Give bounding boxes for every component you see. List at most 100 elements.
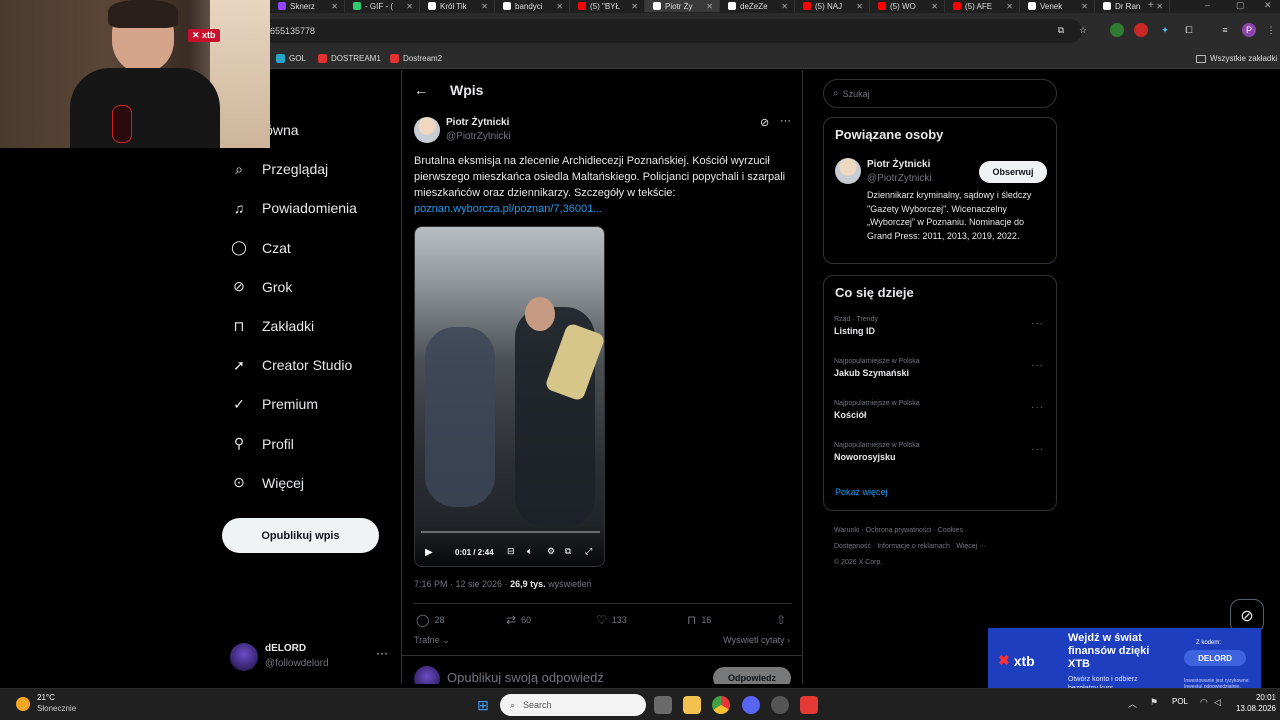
reply-input[interactable]: Opublikuj swoją odpowiedź bbox=[447, 670, 604, 684]
clock-time[interactable]: 20:01 bbox=[1236, 693, 1276, 702]
network-icon[interactable]: ⚑ bbox=[1150, 697, 1158, 708]
browser-tab[interactable]: (5) NAJ ✕ bbox=[795, 0, 870, 12]
extension-icon[interactable] bbox=[1134, 23, 1148, 37]
close-window-icon[interactable]: ✕ bbox=[1264, 0, 1272, 11]
trend-item[interactable]: Najpopularniejsze w Polska Noworosyjsku ··… bbox=[834, 442, 1048, 462]
discord-icon[interactable] bbox=[742, 696, 760, 714]
author-name[interactable]: Piotr Żytnicki bbox=[446, 117, 509, 128]
author-avatar[interactable] bbox=[414, 117, 440, 143]
fullscreen-icon[interactable]: ⤢ bbox=[585, 546, 592, 557]
close-tab-icon[interactable]: ✕ bbox=[1006, 2, 1013, 11]
extensions-puzzle-icon[interactable]: ⧠ bbox=[1182, 23, 1196, 37]
footer-link[interactable]: Więcej ··· bbox=[956, 543, 986, 550]
close-tab-icon[interactable]: ✕ bbox=[406, 2, 413, 11]
weather-label[interactable]: Słonecznie bbox=[37, 704, 76, 713]
chevron-up-icon[interactable]: ︿ bbox=[1128, 697, 1137, 710]
nav-item[interactable]: ♫ Powiadomienia bbox=[230, 199, 357, 217]
nav-item[interactable]: ⊓ Zakładki bbox=[230, 317, 315, 335]
nav-item[interactable]: ✓ Premium bbox=[230, 395, 318, 413]
footer-link[interactable]: Dostępność bbox=[834, 543, 871, 550]
bookmark-item[interactable]: DOSTREAM1 bbox=[318, 54, 381, 63]
footer-link[interactable]: Warunki bbox=[834, 527, 859, 534]
video-progress-track[interactable] bbox=[421, 531, 600, 533]
browser-tab[interactable]: Piotr Ży ✕ bbox=[645, 0, 720, 12]
weather-temp[interactable]: 21°C bbox=[37, 693, 55, 702]
nav-item[interactable]: ➚ Creator Studio bbox=[230, 356, 352, 374]
close-tab-icon[interactable]: ✕ bbox=[331, 2, 338, 11]
minimize-icon[interactable]: – bbox=[1205, 0, 1210, 10]
close-tab-icon[interactable]: ✕ bbox=[781, 2, 788, 11]
settings-icon[interactable]: ⚙︎ bbox=[547, 546, 555, 557]
wifi-icon[interactable]: ◠ bbox=[1200, 697, 1208, 708]
captions-icon[interactable]: ⊟ bbox=[507, 546, 515, 557]
close-tab-icon[interactable]: ✕ bbox=[706, 2, 713, 11]
publish-button[interactable]: Opublikuj wpis bbox=[222, 518, 379, 553]
browser-tab[interactable]: (5) WO ✕ bbox=[870, 0, 945, 12]
windows-start-icon[interactable]: ⊞ bbox=[474, 696, 492, 714]
search-input[interactable]: ⌕ Szukaj bbox=[823, 79, 1057, 108]
view-quotes-link[interactable]: Wyświetl cytaty › bbox=[723, 635, 790, 645]
more-icon[interactable]: ··· bbox=[780, 115, 791, 127]
follow-button[interactable]: Obserwuj bbox=[979, 161, 1047, 183]
more-icon[interactable]: ··· bbox=[1031, 444, 1044, 455]
author-handle[interactable]: @PiotrZytnicki bbox=[446, 131, 511, 142]
nav-item[interactable]: ⊘ Grok bbox=[230, 278, 292, 296]
close-tab-icon[interactable]: ✕ bbox=[931, 2, 938, 11]
close-tab-icon[interactable]: ✕ bbox=[631, 2, 638, 11]
app-icon[interactable] bbox=[800, 696, 818, 714]
install-icon[interactable]: ⧉ bbox=[1054, 23, 1068, 37]
trend-item[interactable]: Najpopularniejsze w Polska Kościół ··· bbox=[834, 400, 1048, 420]
like-button[interactable]: ♡ 133 bbox=[596, 613, 627, 627]
trend-item[interactable]: Rząd · Trendy Listing ID ··· bbox=[834, 316, 1048, 336]
close-tab-icon[interactable]: ✕ bbox=[556, 2, 563, 11]
browser-tab[interactable]: Venek ✕ bbox=[1020, 0, 1095, 12]
profile-avatar-icon[interactable]: P bbox=[1242, 23, 1256, 37]
footer-link[interactable]: Informacje o reklamach bbox=[877, 543, 950, 550]
video-player[interactable]: ▶ 0:01 / 2:44 ⊟ 🔈︎ ⚙︎ ⧉ ⤢ bbox=[414, 226, 605, 567]
bookmark-button[interactable]: ⊓ 16 bbox=[687, 613, 711, 627]
browser-tab[interactable]: - GIF - (✕ bbox=[345, 0, 420, 12]
close-tab-icon[interactable]: ✕ bbox=[481, 2, 488, 11]
footer-link[interactable]: Ochrona prywatności bbox=[866, 527, 932, 534]
bookmark-item[interactable]: GOL bbox=[276, 54, 306, 63]
obs-icon[interactable] bbox=[771, 696, 789, 714]
media-icon[interactable]: ≡ bbox=[1218, 23, 1232, 37]
browser-tab[interactable]: Król Tik ✕ bbox=[420, 0, 495, 12]
more-icon[interactable]: ··· bbox=[1031, 318, 1044, 329]
nav-item[interactable]: ⌕ Przeglądaj bbox=[230, 160, 328, 178]
browser-tab[interactable]: (5) AFE ✕ bbox=[945, 0, 1020, 12]
sort-dropdown[interactable]: Trafne ⌄ bbox=[414, 635, 450, 646]
pip-icon[interactable]: ⧉ bbox=[565, 546, 571, 557]
back-arrow-icon[interactable]: ← bbox=[414, 82, 428, 98]
close-tab-icon[interactable]: ✕ bbox=[1156, 2, 1163, 11]
all-bookmarks[interactable]: Wszystkie zakładki bbox=[1196, 54, 1277, 63]
volume-icon[interactable]: ◁ bbox=[1214, 697, 1221, 708]
share-button[interactable]: ⇧ bbox=[776, 613, 786, 627]
nav-item[interactable]: ⊙ Więcej bbox=[230, 474, 304, 492]
task-view-icon[interactable] bbox=[654, 696, 672, 714]
close-tab-icon[interactable]: ✕ bbox=[1081, 2, 1088, 11]
extension-icon[interactable] bbox=[1110, 23, 1124, 37]
more-icon[interactable]: ··· bbox=[1031, 402, 1044, 413]
browser-tab[interactable]: Dr Ran ✕ bbox=[1095, 0, 1170, 12]
repost-button[interactable]: ⇄ 60 bbox=[506, 613, 531, 627]
url-field[interactable]: 655135778 bbox=[262, 19, 1082, 43]
clock-date[interactable]: 13.08.2026 bbox=[1226, 704, 1276, 713]
nav-item[interactable]: ◯ Czat bbox=[230, 239, 291, 257]
grok-icon[interactable]: ⊘ bbox=[760, 116, 769, 129]
account-switcher[interactable]: dELORD @followdelord ··· bbox=[230, 640, 390, 674]
menu-kebab-icon[interactable]: ⋮ bbox=[1264, 23, 1278, 37]
trend-item[interactable]: Najpopularniejsze w Polska Jakub Szymańsk… bbox=[834, 358, 1048, 378]
reply-submit-button[interactable]: Odpowiedz bbox=[713, 667, 791, 684]
more-icon[interactable]: ··· bbox=[1031, 360, 1044, 371]
browser-tab[interactable]: deZeZe ✕ bbox=[720, 0, 795, 12]
bookmark-item[interactable]: Dostream2 bbox=[390, 54, 442, 63]
show-more-link[interactable]: Pokaż więcej bbox=[835, 487, 888, 497]
star-icon[interactable]: ☆ bbox=[1076, 23, 1090, 37]
browser-tab[interactable]: bandyci ✕ bbox=[495, 0, 570, 12]
related-handle[interactable]: @PiotrZytnicki bbox=[867, 173, 932, 184]
nav-item[interactable]: ⚲ Profil bbox=[230, 435, 294, 453]
taskbar-search[interactable]: ⌕ Search bbox=[500, 694, 646, 716]
tweet-link[interactable]: poznan.wyborcza.pl/poznan/7,36001... bbox=[414, 203, 602, 215]
close-tab-icon[interactable]: ✕ bbox=[856, 2, 863, 11]
